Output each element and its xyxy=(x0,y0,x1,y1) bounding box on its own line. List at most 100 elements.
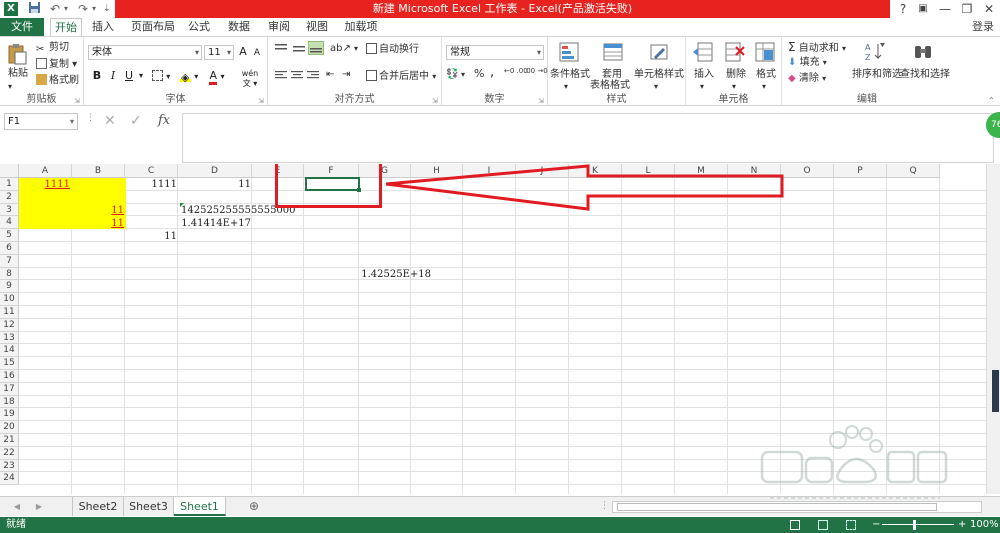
row-header-22[interactable]: 22 xyxy=(0,446,19,460)
row-header-23[interactable]: 23 xyxy=(0,459,19,473)
column-header-c[interactable]: C xyxy=(125,164,178,178)
zoom-level[interactable]: 100% xyxy=(970,517,999,533)
fill-color-button[interactable]: ◈ ▾ xyxy=(176,69,202,84)
row-header-4[interactable]: 4 xyxy=(0,216,19,230)
maximize-button[interactable]: ❐ xyxy=(956,0,978,18)
zoom-slider[interactable] xyxy=(882,524,954,525)
shrink-font-button[interactable]: A xyxy=(250,46,264,60)
insert-cells-button[interactable]: 插入 xyxy=(694,69,714,81)
column-header-b[interactable]: B xyxy=(72,164,125,178)
align-center-button[interactable] xyxy=(290,69,304,85)
cell-c5[interactable]: 11 xyxy=(126,231,179,243)
merge-center-button[interactable]: 合并后居中 ▾ xyxy=(366,70,436,83)
underline-button[interactable]: U xyxy=(122,69,136,83)
scroll-thumb[interactable] xyxy=(617,503,937,511)
increase-decimal-button[interactable]: ←0 .00 xyxy=(504,67,528,75)
row-header-21[interactable]: 21 xyxy=(0,434,19,447)
insert-function-icon[interactable]: fx xyxy=(158,113,170,128)
underline-dropdown-icon[interactable]: ▾ xyxy=(136,69,146,83)
align-top-button[interactable] xyxy=(274,43,288,59)
new-sheet-icon[interactable]: ⊕ xyxy=(244,497,264,516)
italic-button[interactable]: I xyxy=(106,69,120,83)
undo-icon[interactable]: ↶ xyxy=(50,1,60,17)
font-name-combo[interactable]: 宋体 ▾ xyxy=(88,45,202,60)
tab-split-handle-icon[interactable]: ⋮ xyxy=(600,497,609,516)
format-painter-button[interactable]: 格式刷 xyxy=(36,74,79,87)
horizontal-scrollbar[interactable] xyxy=(612,501,982,513)
font-color-button[interactable]: A ▾ xyxy=(204,69,230,85)
redo-dropdown-icon[interactable]: ▾ xyxy=(92,1,96,17)
ribbon-display-options-button[interactable]: ▣ xyxy=(912,0,934,18)
comma-style-button[interactable]: , xyxy=(490,66,494,79)
sheet-prev-button[interactable]: ◀ xyxy=(8,497,26,516)
increase-indent-button[interactable]: ⇥ xyxy=(342,69,350,81)
accounting-format-button[interactable]: 💱 ▾ xyxy=(446,69,465,81)
column-header-p[interactable]: P xyxy=(834,164,887,178)
undo-dropdown-icon[interactable]: ▾ xyxy=(64,1,68,17)
cut-button[interactable]: ✂ 剪切 xyxy=(36,42,69,55)
cell-g8[interactable]: 1.42525E+18 xyxy=(359,269,433,281)
autosum-button[interactable]: Σ 自动求和 ▾ xyxy=(788,41,846,55)
number-launcher-icon[interactable]: ⇲ xyxy=(538,95,544,107)
row-header-17[interactable]: 17 xyxy=(0,382,19,396)
vertical-scrollbar[interactable] xyxy=(986,164,1000,494)
row-header-16[interactable]: 16 xyxy=(0,370,19,383)
row-header-14[interactable]: 14 xyxy=(0,344,19,358)
customize-quick-access-icon[interactable]: ⇣ xyxy=(103,1,111,17)
column-header-q[interactable]: Q xyxy=(887,164,940,178)
copy-button[interactable]: 复制 ▾ xyxy=(36,58,77,71)
page-break-view-icon[interactable] xyxy=(846,520,856,530)
row-header-18[interactable]: 18 xyxy=(0,395,19,409)
cell-a1[interactable]: 1111 xyxy=(19,179,72,191)
close-button[interactable]: ✕ xyxy=(978,0,1000,18)
name-box[interactable]: F1 ▾ xyxy=(4,113,78,130)
minimize-button[interactable]: — xyxy=(934,0,956,18)
tab-sheet1[interactable]: Sheet1 xyxy=(174,497,226,516)
row-header-2[interactable]: 2 xyxy=(0,190,19,204)
delete-cells-button[interactable]: 删除 xyxy=(726,69,746,81)
align-middle-button[interactable] xyxy=(292,43,306,59)
enter-icon[interactable]: ✓ xyxy=(130,113,142,129)
clipboard-launcher-icon[interactable]: ⇲ xyxy=(74,95,80,107)
format-cells-button[interactable]: 格式 xyxy=(756,69,776,81)
font-size-combo[interactable]: 11 ▾ xyxy=(204,45,234,60)
align-left-button[interactable] xyxy=(274,69,288,85)
cell-styles-button[interactable]: 单元格样式 xyxy=(634,69,684,81)
tab-formulas[interactable]: 公式 xyxy=(182,18,216,36)
tab-page-layout[interactable]: 页面布局 xyxy=(128,18,178,36)
alignment-launcher-icon[interactable]: ⇲ xyxy=(432,95,438,107)
row-header-3[interactable]: 3 xyxy=(0,203,19,217)
column-header-a[interactable]: A xyxy=(19,164,72,178)
decrease-indent-button[interactable]: ⇤ xyxy=(326,69,334,81)
cell-b4[interactable]: 11 xyxy=(72,218,126,230)
row-header-15[interactable]: 15 xyxy=(0,357,19,370)
row-header-1[interactable]: 1 xyxy=(0,178,19,191)
align-bottom-button[interactable] xyxy=(308,41,324,55)
tab-data[interactable]: 数据 xyxy=(222,18,256,36)
grow-font-button[interactable]: A xyxy=(236,45,250,59)
sheet-next-button[interactable]: ▶ xyxy=(30,497,48,516)
row-header-24[interactable]: 24 xyxy=(0,472,19,486)
zoom-slider-thumb[interactable] xyxy=(913,520,916,530)
collapse-ribbon-icon[interactable]: ⌃ xyxy=(988,95,995,107)
fill-button[interactable]: ⬇ 填充 ▾ xyxy=(788,57,827,69)
row-header-5[interactable]: 5 xyxy=(0,229,19,242)
row-header-12[interactable]: 12 xyxy=(0,318,19,332)
tab-home[interactable]: 开始 xyxy=(50,18,82,36)
row-header-13[interactable]: 13 xyxy=(0,331,19,345)
column-header-d[interactable]: D xyxy=(178,164,252,178)
zoom-in-button[interactable]: + xyxy=(958,517,966,533)
worksheet-grid[interactable]: ABCDEFGHIJKLMNOPQ 1 2 3 4 5 6 7 8 9 10 11 12 13 14 15 1… xyxy=(0,164,1000,494)
bold-button[interactable]: B xyxy=(90,69,104,83)
zoom-out-button[interactable]: − xyxy=(872,517,880,533)
conditional-formatting-button[interactable]: 条件格式 xyxy=(550,69,590,81)
wrap-text-button[interactable]: 自动换行 xyxy=(366,43,419,56)
tab-file[interactable]: 文件 xyxy=(0,18,44,36)
sort-filter-button[interactable]: 排序和筛选 xyxy=(852,69,902,81)
select-all-corner[interactable] xyxy=(0,164,19,178)
tab-insert[interactable]: 插入 xyxy=(86,18,120,36)
clear-button[interactable]: ◆ 清除 ▾ xyxy=(788,73,826,85)
cell-b3[interactable]: 11 xyxy=(72,205,126,217)
cell-d1[interactable]: 11 xyxy=(179,179,253,191)
find-select-button[interactable]: 查找和选择 xyxy=(900,69,950,81)
